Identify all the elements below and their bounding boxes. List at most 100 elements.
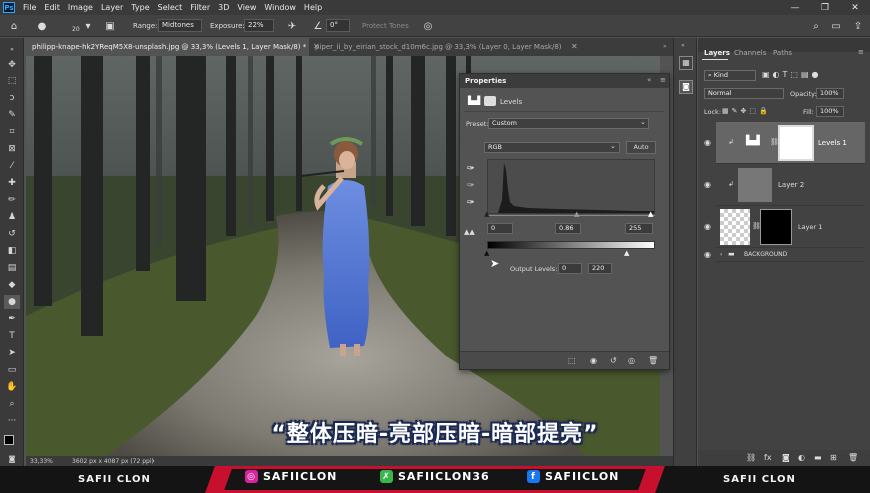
menu-filter[interactable]: Filter xyxy=(186,3,214,12)
visibility-eye-icon[interactable]: ◉ xyxy=(704,222,711,231)
channel-select[interactable]: RGB xyxy=(484,142,620,153)
blur-tool-icon[interactable]: ◆ xyxy=(4,278,20,292)
angle-input[interactable]: 0° xyxy=(326,19,350,32)
preset-select[interactable]: Custom xyxy=(488,118,649,129)
home-icon[interactable]: ⌂ xyxy=(6,18,22,34)
gradient-tool-icon[interactable]: ▤ xyxy=(4,261,20,275)
panel-menu-icon[interactable]: ≡ xyxy=(858,48,864,56)
layer-thumbnail[interactable] xyxy=(720,209,750,245)
lock-options-icons[interactable]: ▦✎✥⬚🔒 xyxy=(722,107,771,115)
output-white-field[interactable]: 220 xyxy=(588,263,612,274)
mask-icon[interactable] xyxy=(484,96,496,106)
menu-layer[interactable]: Layer xyxy=(97,3,127,12)
view-previous-state-icon[interactable]: ◉ xyxy=(590,356,597,365)
reset-icon[interactable]: ↺ xyxy=(610,356,617,365)
clone-stamp-tool-icon[interactable]: ♟ xyxy=(4,210,20,224)
tab-channels[interactable]: Channels xyxy=(734,49,766,57)
layer-name[interactable]: Layer 1 xyxy=(798,223,822,231)
status-menu-chevron-icon[interactable]: › xyxy=(152,457,155,465)
layer-name[interactable]: BACKGROUND xyxy=(744,251,787,258)
tab-philipp-knape[interactable]: philipp-knape-hk2YReqM5X8-unsplash.jpg @… xyxy=(26,38,309,56)
add-mask-icon[interactable]: ◙ xyxy=(782,453,790,462)
lasso-tool-icon[interactable]: ↄ xyxy=(4,91,20,105)
clipping-warning-icon[interactable]: ▲▲ xyxy=(464,228,475,236)
frame-tool-icon[interactable]: ⊠ xyxy=(4,142,20,156)
quick-select-tool-icon[interactable]: ✎ xyxy=(4,108,20,122)
move-tool-icon[interactable]: ✥ xyxy=(4,58,20,72)
output-black-field[interactable]: 0 xyxy=(558,263,582,274)
minimize-button[interactable]: — xyxy=(780,0,810,15)
visibility-eye-icon[interactable]: ◉ xyxy=(704,250,711,259)
menu-image[interactable]: Image xyxy=(64,3,97,12)
input-black-field[interactable]: 0 xyxy=(487,223,513,234)
healing-brush-tool-icon[interactable]: ✚ xyxy=(4,176,20,190)
visibility-eye-icon[interactable]: ◉ xyxy=(704,138,711,147)
menu-type[interactable]: Type xyxy=(127,3,153,12)
layer-row-layer-2[interactable]: ◉ ↲ Layer 2 xyxy=(704,164,865,206)
dodge-tool-preset-icon[interactable]: ● xyxy=(34,18,50,34)
rectangle-tool-icon[interactable]: ▭ xyxy=(4,363,20,377)
collapse-tools-icon[interactable]: » xyxy=(4,42,20,56)
layer-mask-thumbnail[interactable] xyxy=(760,209,792,245)
zoom-tool-icon[interactable]: ⌕ xyxy=(4,397,20,411)
filter-type-icons[interactable]: ▣◐T⬚▤● xyxy=(762,70,822,79)
layer-mask-thumbnail[interactable] xyxy=(778,125,814,161)
white-point-eyedropper-icon[interactable]: ✑ xyxy=(467,198,475,208)
tab-piper[interactable]: piper_ii_by_eirian_stock_d10m6c.jpg @ 33… xyxy=(309,38,564,56)
blend-mode-select[interactable]: Normal xyxy=(704,88,784,99)
type-tool-icon[interactable]: T xyxy=(4,329,20,343)
range-select[interactable]: Midtones xyxy=(158,19,202,32)
eyedropper-tool-icon[interactable]: ⁄ xyxy=(4,159,20,173)
tab-overflow-icon[interactable]: » xyxy=(663,38,667,56)
new-group-icon[interactable]: ▬ xyxy=(814,453,822,462)
path-selection-tool-icon[interactable]: ➤ xyxy=(4,346,20,360)
fx-icon[interactable]: fx xyxy=(764,453,772,462)
layer-row-levels-1[interactable]: ◉ ↲ ▙▟ ⛓ Levels 1 xyxy=(704,122,865,164)
menu-help[interactable]: Help xyxy=(300,3,326,12)
delete-adjustment-icon[interactable]: 🗑 xyxy=(648,356,658,365)
black-point-eyedropper-icon[interactable]: ✑ xyxy=(467,164,475,174)
layer-row-layer-1[interactable]: ◉ ⛓ Layer 1 xyxy=(704,206,865,248)
menu-select[interactable]: Select xyxy=(154,3,187,12)
search-icon[interactable]: ⌕ xyxy=(808,18,824,34)
expand-group-icon[interactable]: › xyxy=(720,251,722,258)
gray-point-eyedropper-icon[interactable]: ✑ xyxy=(467,181,475,191)
panel-menu-icon[interactable]: ≡ xyxy=(660,76,666,84)
pen-tool-icon[interactable]: ✒ xyxy=(4,312,20,326)
collapse-panels-icon[interactable]: « xyxy=(681,42,685,49)
history-panel-icon[interactable]: ▦ xyxy=(679,56,693,70)
new-layer-icon[interactable]: ⊞ xyxy=(830,453,837,462)
gamma-input-handle[interactable]: ▲ xyxy=(574,210,579,218)
layer-name[interactable]: Levels 1 xyxy=(818,139,847,147)
eraser-tool-icon[interactable]: ◧ xyxy=(4,244,20,258)
menu-3d[interactable]: 3D xyxy=(214,3,233,12)
black-input-handle[interactable]: ▲ xyxy=(484,210,489,218)
share-icon[interactable]: ⇪ xyxy=(850,18,866,34)
input-gamma-field[interactable]: 0.86 xyxy=(555,223,581,234)
dodge-tool-icon[interactable]: ● xyxy=(4,295,20,309)
link-layers-icon[interactable]: ⛓ xyxy=(746,453,756,462)
clip-to-layer-icon[interactable]: ⬚ xyxy=(568,356,576,365)
opacity-input[interactable]: 100% xyxy=(816,88,844,99)
protect-tones-checkbox[interactable]: Protect Tones xyxy=(362,22,409,30)
pressure-icon[interactable]: ◎ xyxy=(420,18,436,34)
adjustment-layer-icon[interactable]: ◐ xyxy=(798,453,805,462)
input-white-field[interactable]: 255 xyxy=(625,223,653,234)
tab-paths[interactable]: Paths xyxy=(773,49,792,57)
restore-button[interactable]: ❐ xyxy=(810,0,840,15)
fill-input[interactable]: 100% xyxy=(816,106,844,117)
layer-row-background-group[interactable]: ◉ › ▬ BACKGROUND xyxy=(704,248,865,262)
close-window-button[interactable]: ✕ xyxy=(840,0,870,15)
quick-mask-icon[interactable]: ◙ xyxy=(4,452,20,466)
delete-layer-icon[interactable]: 🗑 xyxy=(848,453,858,462)
properties-panel-icon[interactable]: ◙ xyxy=(679,80,693,94)
menu-file[interactable]: File xyxy=(19,3,40,12)
brush-size-value[interactable]: 20 xyxy=(72,26,80,33)
layer-name[interactable]: Layer 2 xyxy=(778,181,804,189)
brush-picker-chevron-icon[interactable]: ▾ xyxy=(80,18,96,34)
menu-edit[interactable]: Edit xyxy=(40,3,64,12)
menu-view[interactable]: View xyxy=(233,3,260,12)
history-brush-tool-icon[interactable]: ↺ xyxy=(4,227,20,241)
exposure-input[interactable]: 22% xyxy=(244,19,274,32)
toggle-visibility-icon[interactable]: ◎ xyxy=(628,356,635,365)
